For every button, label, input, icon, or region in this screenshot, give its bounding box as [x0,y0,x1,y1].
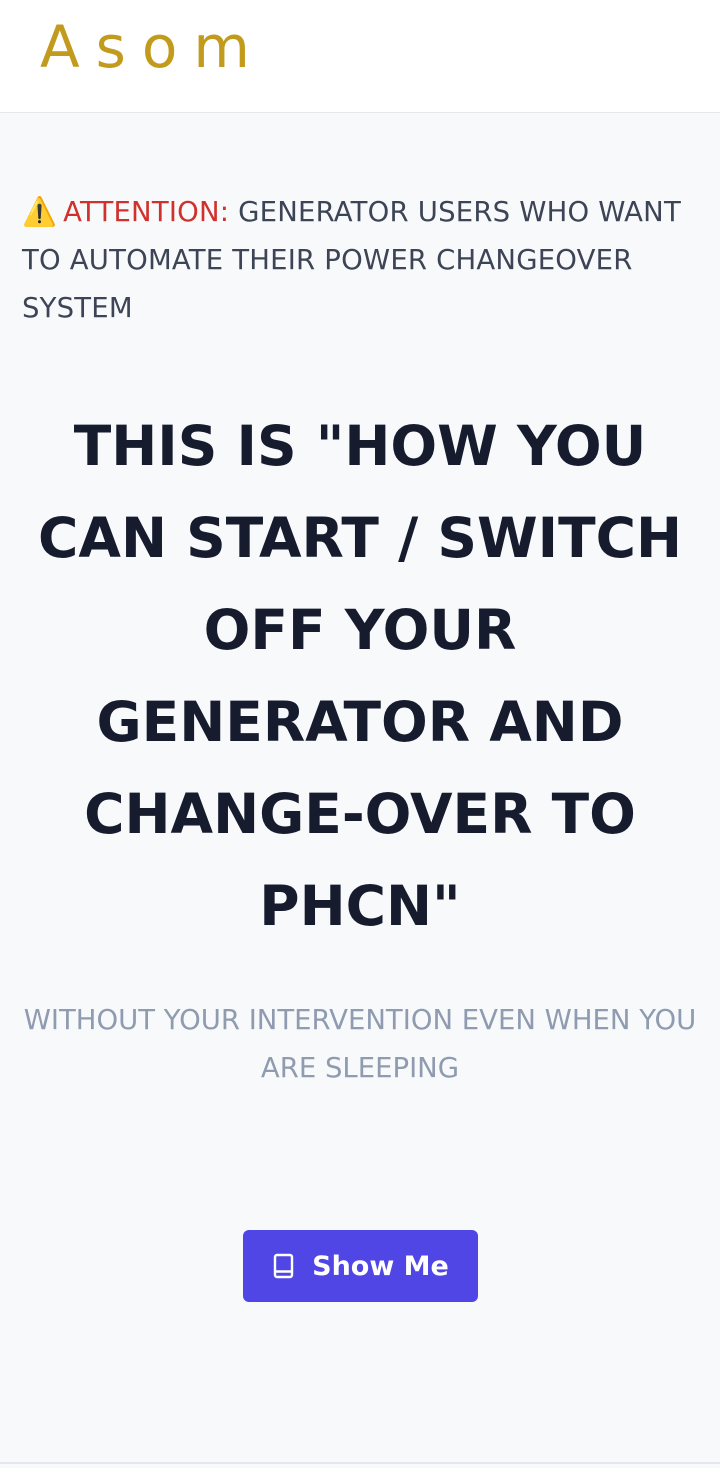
warning-icon: ⚠️ [22,195,58,228]
page-headline: THIS IS "HOW YOU CAN START / SWITCH OFF … [38,414,682,938]
bottom-divider [0,1462,720,1464]
attention-banner: ⚠️ ATTENTION: GENERATOR USERS WHO WANT TO… [22,188,702,332]
book-icon [272,1252,296,1280]
show-me-button[interactable]: Show Me [243,1230,478,1302]
site-header: Asom [0,0,720,113]
brand-logo[interactable]: Asom [40,14,266,80]
show-me-label: Show Me [312,1250,449,1282]
page-subtitle: WITHOUT YOUR INTERVENTION EVEN WHEN YOU … [23,1004,697,1084]
attention-label: ATTENTION: [63,196,230,228]
